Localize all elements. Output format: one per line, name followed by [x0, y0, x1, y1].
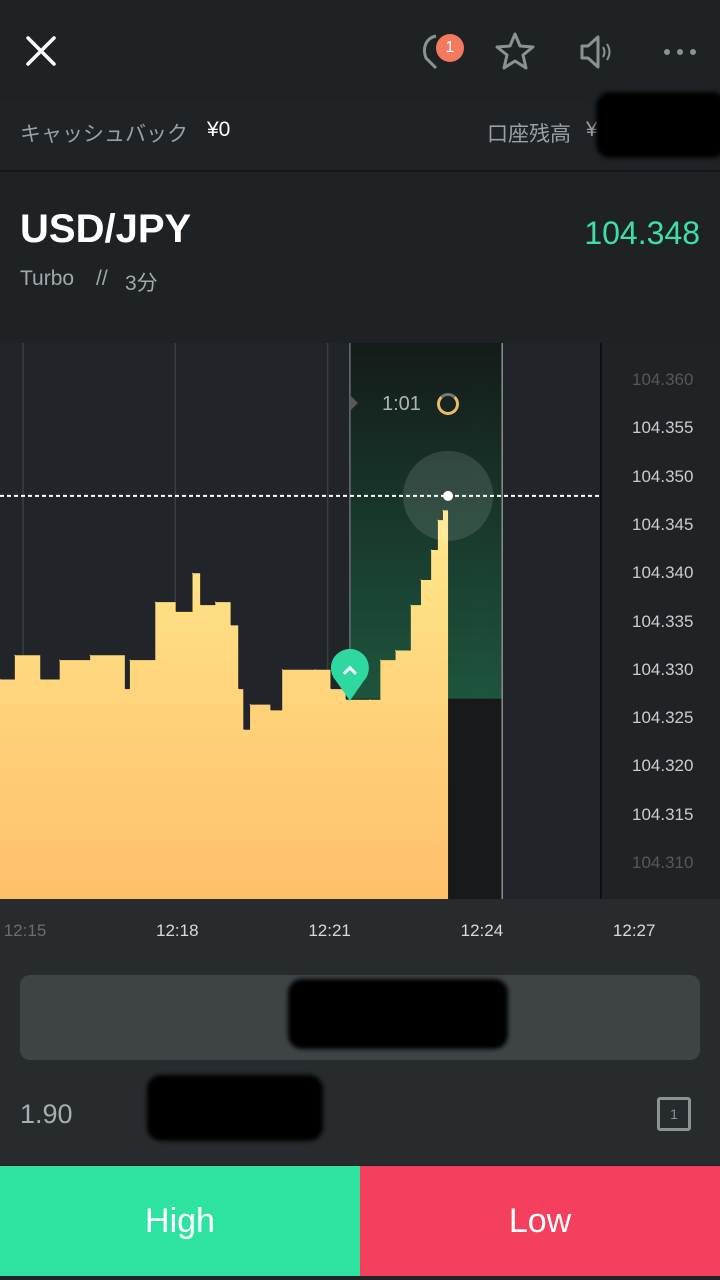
countdown-ring-icon: [437, 393, 459, 415]
one-click-icon[interactable]: 1: [657, 1097, 691, 1131]
price-point: [345, 699, 347, 701]
price-point: [430, 549, 432, 551]
y-tick-label: 104.345: [632, 514, 694, 534]
chat-bubble-icon[interactable]: 1: [410, 30, 466, 76]
y-tick-label: 104.330: [632, 659, 694, 679]
top-bar: 1: [0, 0, 720, 100]
y-tick-label: 104.360: [632, 370, 694, 389]
notification-badge: 1: [436, 34, 464, 62]
price-point: [14, 654, 16, 656]
price-point: [214, 601, 216, 603]
price-point: [192, 572, 194, 574]
balance-label: 口座残高: [487, 123, 571, 146]
price-point: [154, 601, 156, 603]
price-point: [249, 704, 251, 706]
y-tick-label: 104.315: [632, 804, 694, 824]
trade-panel: 1.90 1: [0, 965, 720, 1165]
duration-label: 3分: [125, 272, 158, 295]
price-point: [237, 688, 239, 690]
pair-title: USD/JPY: [20, 207, 192, 251]
y-tick-label: 104.320: [632, 756, 694, 776]
x-tick-label: 12:21: [308, 921, 351, 940]
countdown-timer: 1:01: [382, 393, 421, 415]
price-point: [269, 709, 271, 711]
y-axis: 104.360 104.355 104.350 104.345 104.340 104.3…: [600, 343, 720, 899]
price-point: [175, 611, 177, 613]
low-button[interactable]: Low: [360, 1166, 720, 1276]
account-info-bar: キャッシュバック ¥0 口座残高 ¥: [0, 92, 720, 172]
price-chart[interactable]: 1:01 104.360 104.355 104.350 104.345 104.340…: [0, 343, 720, 899]
x-tick-label: 12:27: [612, 921, 656, 940]
x-axis: 12:15 12:18 12:21 12:24 12:27: [0, 899, 720, 965]
redacted-balance: [596, 92, 720, 158]
price-point: [59, 659, 61, 661]
price-point: [89, 654, 91, 656]
y-tick-label: 104.335: [632, 611, 694, 631]
y-tick-label: 104.310: [632, 853, 694, 872]
more-icon[interactable]: [660, 40, 700, 64]
x-tick-label: 12:24: [460, 921, 504, 940]
price-point: [379, 659, 381, 661]
price-point: [129, 659, 131, 661]
y-tick-label: 104.325: [632, 708, 694, 728]
mode-label: Turbo: [20, 267, 75, 290]
price-point: [314, 669, 316, 671]
close-icon[interactable]: [22, 32, 60, 70]
y-tick-label: 104.350: [632, 466, 694, 486]
price-point: [39, 678, 41, 680]
price-point: [410, 604, 412, 606]
price-point: [281, 669, 283, 671]
asset-header: USD/JPY Turbo // 3分 104.348: [0, 173, 720, 343]
cashback-value: ¥0: [207, 118, 231, 141]
price-point: [242, 729, 244, 731]
x-tick-label: 12:18: [156, 921, 199, 940]
price-point: [395, 649, 397, 651]
price-point: [199, 604, 201, 606]
price-point: [329, 688, 331, 690]
high-button[interactable]: High: [0, 1166, 360, 1276]
y-tick-label: 104.340: [632, 563, 694, 583]
price-point: [420, 579, 422, 581]
amount-input[interactable]: [20, 975, 700, 1060]
y-tick-label: 104.355: [632, 418, 694, 438]
price-point: [369, 699, 371, 701]
speaker-icon[interactable]: [578, 32, 618, 72]
current-price: 104.348: [584, 215, 700, 251]
x-tick-label: 12:15: [3, 921, 47, 940]
redacted-payout-amount: [147, 1075, 323, 1141]
cashback-label: キャッシュバック: [20, 123, 188, 146]
payout-rate: 1.90: [20, 1099, 73, 1129]
price-point: [124, 688, 126, 690]
star-icon[interactable]: [494, 30, 536, 72]
current-price-dot: [443, 490, 454, 501]
separator: //: [96, 267, 108, 290]
price-point: [230, 624, 232, 626]
redacted-amount: [288, 979, 508, 1049]
chart-plot[interactable]: [0, 343, 600, 899]
